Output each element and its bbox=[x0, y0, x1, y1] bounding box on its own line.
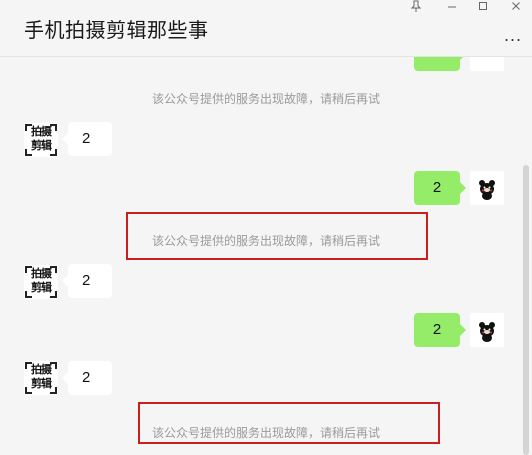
message-incoming[interactable]: 2 bbox=[62, 361, 112, 395]
message-outgoing-partial bbox=[414, 57, 466, 71]
title-bar: 手机拍摄剪辑那些事 ... bbox=[0, 0, 532, 57]
logo-line: 剪辑 bbox=[31, 282, 52, 294]
logo-line: 拍摄 bbox=[31, 268, 52, 280]
highlight-box bbox=[138, 402, 440, 444]
self-avatar[interactable] bbox=[470, 313, 504, 347]
message-outgoing[interactable]: 2 bbox=[414, 171, 466, 205]
message-incoming[interactable]: 2 bbox=[62, 264, 112, 298]
chat-title: 手机拍摄剪辑那些事 bbox=[24, 20, 209, 42]
self-avatar-partial bbox=[470, 57, 504, 71]
highlight-box bbox=[126, 212, 428, 260]
chat-area: 该公众号提供的服务出现故障，请稍后再试 拍摄 剪辑 2 2 该公众号提供的服务出现… bbox=[0, 57, 532, 455]
account-avatar[interactable]: 拍摄 剪辑 bbox=[24, 123, 58, 157]
more-button[interactable]: ... bbox=[504, 26, 522, 44]
account-avatar[interactable]: 拍摄 剪辑 bbox=[24, 265, 58, 299]
logo-line: 拍摄 bbox=[31, 364, 52, 376]
system-message: 该公众号提供的服务出现故障，请稍后再试 bbox=[151, 92, 380, 106]
avatar-logo: 拍摄 剪辑 bbox=[27, 363, 55, 393]
self-avatar[interactable] bbox=[470, 171, 504, 205]
bear-icon bbox=[479, 180, 495, 200]
bear-icon bbox=[479, 322, 495, 342]
message-incoming[interactable]: 2 bbox=[62, 122, 112, 156]
message-outgoing[interactable]: 2 bbox=[414, 313, 466, 347]
pin-icon[interactable] bbox=[408, 0, 424, 14]
logo-line: 拍摄 bbox=[31, 126, 52, 138]
maximize-icon[interactable] bbox=[475, 0, 491, 14]
close-icon[interactable] bbox=[508, 0, 524, 14]
avatar-logo: 拍摄 剪辑 bbox=[27, 267, 55, 297]
account-avatar[interactable]: 拍摄 剪辑 bbox=[24, 361, 58, 395]
logo-line: 剪辑 bbox=[31, 378, 52, 390]
minimize-icon[interactable] bbox=[444, 0, 460, 14]
scrollbar[interactable] bbox=[523, 165, 529, 455]
avatar-logo: 拍摄 剪辑 bbox=[27, 125, 55, 155]
logo-line: 剪辑 bbox=[31, 140, 52, 152]
